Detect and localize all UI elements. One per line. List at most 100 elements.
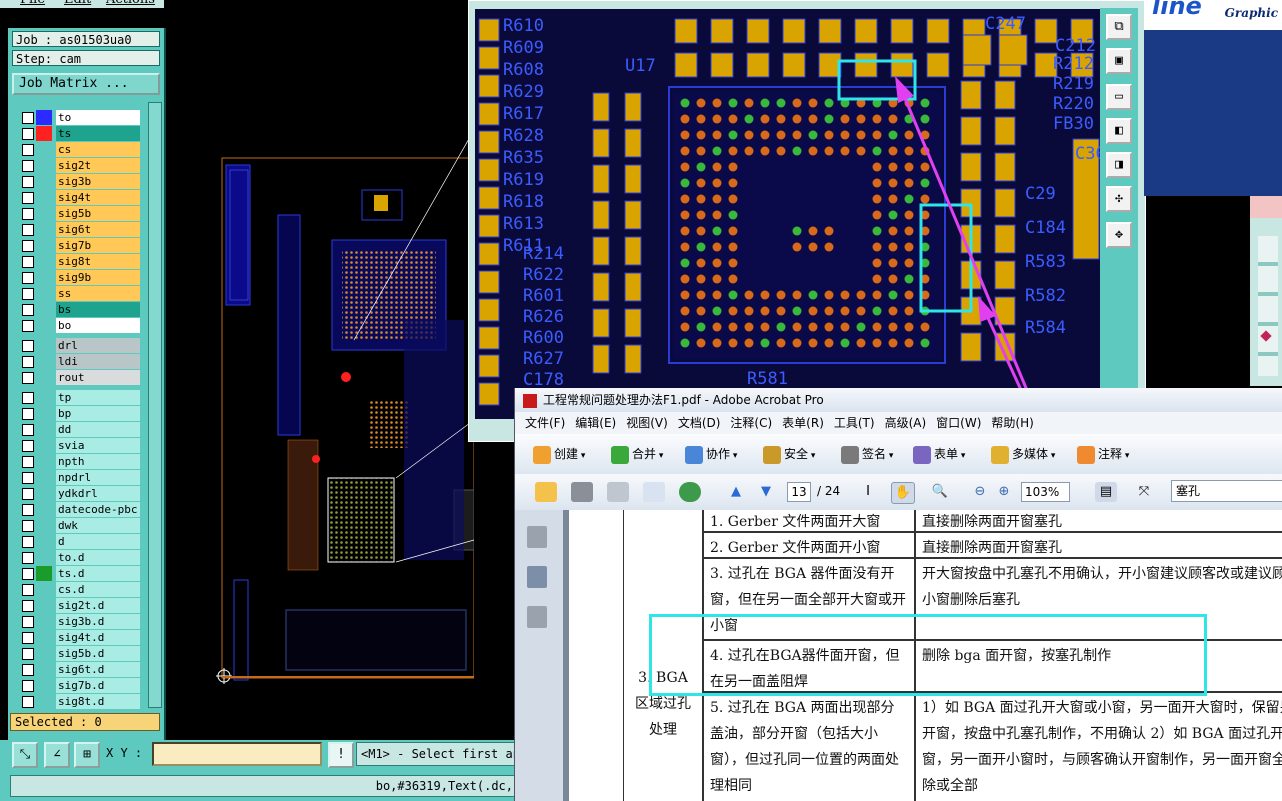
layer-color-swatch[interactable] [36, 582, 52, 597]
layer-color-swatch[interactable] [36, 302, 52, 317]
upload-icon[interactable] [679, 482, 701, 502]
layer-row[interactable]: sig3b [22, 174, 140, 190]
zoom-out-icon[interactable]: ✣ [1106, 186, 1132, 212]
layer-checkbox[interactable] [22, 584, 34, 596]
layer-name[interactable]: datecode-pbc [56, 502, 140, 517]
layer-checkbox[interactable] [22, 536, 34, 548]
layer-checkbox[interactable] [22, 372, 34, 384]
layer-checkbox[interactable] [22, 488, 34, 500]
open-folder-icon[interactable] [535, 482, 557, 502]
acrobat-menu-item[interactable]: 工具(T) [834, 416, 875, 430]
layer-name[interactable]: sig3b.d [56, 614, 140, 629]
acrobat-menu-item[interactable]: 编辑(E) [575, 416, 616, 430]
layer-row[interactable]: ldi [22, 354, 140, 370]
layer-row[interactable]: d [22, 534, 140, 550]
layer-scrollbar[interactable] [148, 102, 162, 708]
next-page-icon[interactable]: ▼ [755, 482, 777, 502]
layer-checkbox[interactable] [22, 272, 34, 284]
zoom-level[interactable]: 103% [1021, 482, 1070, 502]
toolbar-button[interactable]: 创建 ▾ [533, 444, 585, 464]
zoom-in-button[interactable]: ⊕ [993, 482, 1015, 502]
layer-color-swatch[interactable] [36, 390, 52, 405]
layer-row[interactable]: rout [22, 370, 140, 386]
layer-checkbox[interactable] [22, 304, 34, 316]
layer-checkbox[interactable] [22, 208, 34, 220]
layer-row[interactable]: cs [22, 142, 140, 158]
zoom-tool-icon[interactable]: 🔍 [929, 482, 951, 502]
print-icon[interactable] [571, 482, 593, 502]
layer-row[interactable]: sig2t [22, 158, 140, 174]
measure-icon[interactable]: ∠ [44, 742, 70, 768]
layer-name[interactable]: sig3b [56, 174, 140, 189]
layer-name[interactable]: tp [56, 390, 140, 405]
layer-name[interactable]: drl [56, 338, 140, 353]
close-icon[interactable] [1250, 196, 1282, 218]
layer-name[interactable]: to.d [56, 550, 140, 565]
layer-checkbox[interactable] [22, 224, 34, 236]
layer-name[interactable]: sig8t.d [56, 694, 140, 709]
layer-row[interactable]: tp [22, 390, 140, 406]
layer-row[interactable]: to.d [22, 550, 140, 566]
layer-checkbox[interactable] [22, 424, 34, 436]
layer-name[interactable]: dd [56, 422, 140, 437]
acrobat-menu-item[interactable]: 高级(A) [885, 416, 927, 430]
layer-row[interactable]: ts.d [22, 566, 140, 582]
xy-input[interactable] [152, 742, 322, 766]
layer-row[interactable]: datecode-pbc [22, 502, 140, 518]
layer-row[interactable]: to [22, 110, 140, 126]
toolbar-button[interactable]: 表单 ▾ [913, 444, 965, 464]
layer-checkbox[interactable] [22, 440, 34, 452]
layer-name[interactable]: sig6t.d [56, 662, 140, 677]
layer-color-swatch[interactable] [36, 238, 52, 253]
layer-row[interactable]: bo [22, 318, 140, 334]
acrobat-menu-item[interactable]: 注释(C) [730, 416, 772, 430]
layer-checkbox[interactable] [22, 568, 34, 580]
layer-name[interactable]: to [56, 110, 140, 125]
layer-checkbox[interactable] [22, 256, 34, 268]
layer-name[interactable]: bp [56, 406, 140, 421]
layer-color-swatch[interactable] [36, 338, 52, 353]
layer-color-swatch[interactable] [36, 534, 52, 549]
layer-name[interactable]: dwk [56, 518, 140, 533]
layer-color-swatch[interactable] [36, 646, 52, 661]
layer-color-swatch[interactable] [36, 550, 52, 565]
layer-name[interactable]: bo [56, 318, 140, 333]
layer-color-swatch[interactable] [36, 126, 52, 141]
layer-row[interactable]: sig7b [22, 238, 140, 254]
layer-color-swatch[interactable] [36, 110, 52, 125]
layer-row[interactable]: sig4t.d [22, 630, 140, 646]
layer-color-swatch[interactable] [36, 190, 52, 205]
layer-checkbox[interactable] [22, 648, 34, 660]
layer-name[interactable]: sig5b.d [56, 646, 140, 661]
layer-checkbox[interactable] [22, 288, 34, 300]
email-icon[interactable] [643, 482, 665, 502]
document-area[interactable]: 3. BGA 区域过孔处理 1. Gerber 文件两面开大窗 直接删除两面开窗塞… [563, 510, 1282, 801]
zoom-in-icon[interactable]: ✥ [1106, 222, 1132, 248]
layer-color-swatch[interactable] [36, 354, 52, 369]
select-tool-icon[interactable]: I [857, 482, 879, 502]
layer-name[interactable]: rout [56, 370, 140, 385]
layer-color-swatch[interactable] [36, 518, 52, 533]
layer-name[interactable]: svia [56, 438, 140, 453]
layer-row[interactable]: dd [22, 422, 140, 438]
layer-checkbox[interactable] [22, 600, 34, 612]
save-view-icon[interactable]: ▣ [1106, 48, 1132, 74]
layer-row[interactable]: sig5b.d [22, 646, 140, 662]
layer-color-swatch[interactable] [36, 318, 52, 333]
layer-row[interactable]: npth [22, 454, 140, 470]
toolbar-button[interactable]: 注释 ▾ [1077, 444, 1129, 464]
layer-row[interactable]: bp [22, 406, 140, 422]
layer-color-swatch[interactable] [36, 694, 52, 709]
layer-color-swatch[interactable] [36, 438, 52, 453]
hand-tool-icon[interactable]: ✋ [891, 482, 915, 504]
layer-name[interactable]: sig7b.d [56, 678, 140, 693]
job-matrix-button[interactable]: Job Matrix ... [12, 73, 160, 95]
layer-color-swatch[interactable] [36, 454, 52, 469]
layer-row[interactable]: cs.d [22, 582, 140, 598]
acrobat-menu-item[interactable]: 窗口(W) [936, 416, 981, 430]
layer-name[interactable]: sig9b [56, 270, 140, 285]
layer-row[interactable]: sig7b.d [22, 678, 140, 694]
layer-checkbox[interactable] [22, 240, 34, 252]
grid-icon[interactable]: ⊞ [74, 742, 100, 768]
layer-color-swatch[interactable] [36, 566, 52, 581]
